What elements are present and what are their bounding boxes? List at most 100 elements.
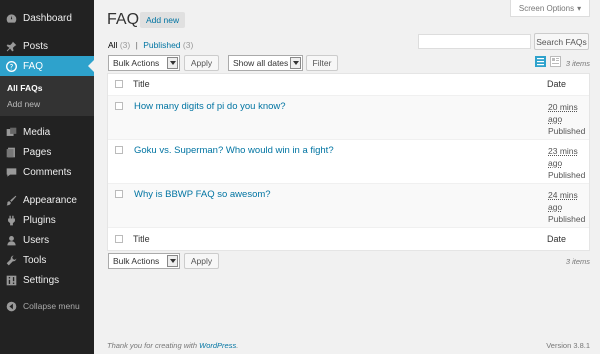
- filter-separator: |: [135, 40, 138, 50]
- sidebar-item-plugins[interactable]: Plugins: [0, 210, 94, 230]
- footer-version: Version 3.8.1: [546, 341, 590, 350]
- row-status: Published: [548, 214, 586, 224]
- dropdown-arrow-icon: [290, 57, 301, 69]
- faq-title-link[interactable]: Why is BBWP FAQ so awesom?: [134, 189, 271, 200]
- select-all-checkbox[interactable]: [115, 80, 123, 88]
- comments-icon: [6, 167, 17, 178]
- column-title-footer[interactable]: Title: [133, 234, 150, 244]
- search-input[interactable]: [418, 34, 531, 49]
- status-filter-links: All (3) | Published (3): [108, 40, 193, 50]
- filter-all-link[interactable]: All: [108, 40, 117, 50]
- wordpress-link[interactable]: WordPress: [199, 341, 236, 350]
- admin-sidebar: Dashboard Posts FAQ All FAQs Add new Med…: [0, 0, 94, 354]
- sidebar-item-label: Users: [23, 234, 50, 246]
- submenu-add-new[interactable]: Add new: [0, 96, 94, 112]
- date-ago: 23 mins: [548, 146, 578, 156]
- pin-icon: [6, 41, 17, 52]
- filter-button[interactable]: Filter: [306, 55, 338, 71]
- bulk-actions-select-bottom[interactable]: Bulk Actions: [108, 253, 180, 269]
- dashboard-icon: [6, 13, 17, 24]
- main-content: Screen Options ▾ FAQ Add new All (3) | P…: [94, 0, 600, 354]
- footer-period: .: [236, 341, 239, 350]
- row-checkbox[interactable]: [115, 146, 123, 154]
- row-status: Published: [548, 126, 586, 136]
- sidebar-item-posts[interactable]: Posts: [0, 36, 94, 56]
- sidebar-item-label: Appearance: [23, 194, 77, 206]
- sidebar-item-dashboard[interactable]: Dashboard: [0, 8, 94, 28]
- footer-thanks: Thank you for creating with WordPress.: [107, 341, 238, 350]
- submenu-all-faqs[interactable]: All FAQs: [0, 80, 94, 96]
- sidebar-item-label: Plugins: [23, 214, 56, 226]
- row-checkbox[interactable]: [115, 102, 123, 110]
- dates-filter-select[interactable]: Show all dates: [228, 55, 303, 71]
- dropdown-arrow-icon: [167, 255, 178, 267]
- add-new-button[interactable]: Add new: [140, 12, 186, 28]
- filter-all-count: (3): [119, 40, 131, 50]
- excerpt-view-icon[interactable]: [550, 56, 561, 67]
- apply-button-bottom[interactable]: Apply: [184, 253, 219, 269]
- date-ago: 24 mins: [548, 190, 578, 200]
- faq-title-link[interactable]: How many digits of pi do you know?: [134, 101, 286, 112]
- items-count-bottom: 3 items: [565, 257, 590, 266]
- date-ago: ago: [548, 158, 563, 168]
- table-row: How many digits of pi do you know? 20 mi…: [108, 96, 589, 140]
- filter-published-link[interactable]: Published: [143, 40, 180, 50]
- table-row: Why is BBWP FAQ so awesom? 24 mins ago P…: [108, 184, 589, 228]
- dates-value: Show all dates: [233, 58, 289, 68]
- bulk-actions-value: Bulk Actions: [113, 58, 160, 68]
- filter-published-count: (3): [182, 40, 194, 50]
- sidebar-item-media[interactable]: Media: [0, 122, 94, 142]
- row-date: 20 mins ago Published: [548, 101, 588, 137]
- sidebar-item-label: Pages: [23, 146, 52, 158]
- faq-table: Title Date How many digits of pi do you …: [107, 73, 590, 251]
- column-title-header[interactable]: Title: [133, 79, 150, 89]
- page-title: FAQ: [107, 11, 140, 28]
- sidebar-item-label: Tools: [23, 254, 47, 266]
- sidebar-item-label: FAQ: [23, 60, 44, 72]
- column-date-header[interactable]: Date: [547, 79, 566, 89]
- users-icon: [6, 235, 17, 246]
- row-checkbox[interactable]: [115, 190, 123, 198]
- row-status: Published: [548, 170, 586, 180]
- pages-icon: [6, 147, 17, 158]
- apply-button-top[interactable]: Apply: [184, 55, 219, 71]
- items-count-top: 3 items: [565, 59, 590, 68]
- bulk-actions-select-top[interactable]: Bulk Actions: [108, 55, 180, 71]
- footer-thanks-text: Thank you for creating with: [107, 341, 198, 350]
- sidebar-item-label: Settings: [23, 274, 60, 286]
- sidebar-item-label: Media: [23, 126, 51, 138]
- sidebar-item-users[interactable]: Users: [0, 230, 94, 250]
- sidebar-item-appearance[interactable]: Appearance: [0, 190, 94, 210]
- sidebar-item-label: Comments: [23, 166, 72, 178]
- sidebar-item-pages[interactable]: Pages: [0, 142, 94, 162]
- sidebar-item-comments[interactable]: Comments: [0, 162, 94, 182]
- media-icon: [6, 127, 17, 138]
- list-view-icon[interactable]: [535, 56, 546, 67]
- screen-options-label: Screen Options: [518, 3, 575, 13]
- collapse-icon: [6, 301, 17, 312]
- dropdown-arrow-icon: [167, 57, 178, 69]
- bulk-actions-value: Bulk Actions: [113, 256, 160, 266]
- sidebar-item-settings[interactable]: Settings: [0, 270, 94, 290]
- sidebar-collapse-menu[interactable]: Collapse menu: [0, 296, 94, 316]
- screen-options-button[interactable]: Screen Options ▾: [510, 0, 590, 17]
- date-ago: ago: [548, 202, 563, 212]
- sidebar-item-faq[interactable]: FAQ: [0, 56, 94, 76]
- search-faqs-button[interactable]: Search FAQs: [534, 33, 589, 50]
- date-ago: 20 mins: [548, 102, 578, 112]
- sidebar-item-tools[interactable]: Tools: [0, 250, 94, 270]
- wrench-icon: [6, 255, 17, 266]
- brush-icon: [6, 195, 17, 206]
- select-all-checkbox-bottom[interactable]: [115, 235, 123, 243]
- table-footer-row: Title Date: [108, 228, 589, 250]
- row-date: 23 mins ago Published: [548, 145, 588, 181]
- faq-submenu: All FAQs Add new: [0, 76, 94, 116]
- question-icon: [6, 60, 17, 72]
- sidebar-item-label: Collapse menu: [23, 301, 80, 311]
- table-header-row: Title Date: [108, 74, 589, 96]
- settings-icon: [6, 275, 17, 286]
- faq-title-link[interactable]: Goku vs. Superman? Who would win in a fi…: [134, 145, 334, 156]
- sidebar-item-label: Dashboard: [23, 12, 72, 24]
- sidebar-item-label: Posts: [23, 40, 49, 52]
- column-date-footer[interactable]: Date: [547, 234, 566, 244]
